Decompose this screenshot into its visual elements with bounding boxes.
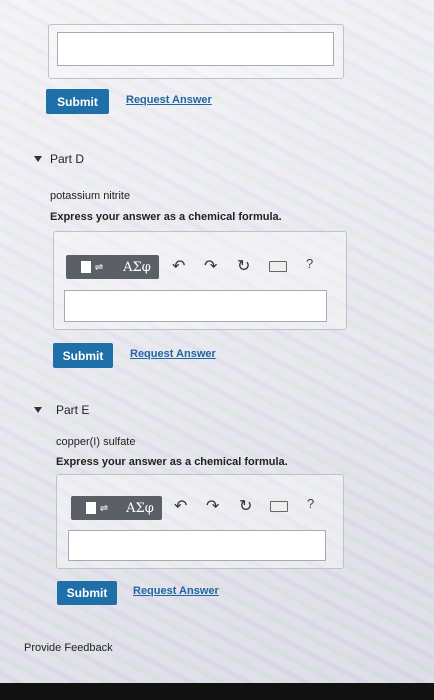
- part-d-keyboard-icon[interactable]: [269, 261, 287, 272]
- part-d-request-answer-link[interactable]: Request Answer: [130, 348, 216, 360]
- part-e-title: Part E: [56, 403, 90, 417]
- part-d-help-icon[interactable]: ?: [306, 256, 313, 271]
- part-e-request-answer-link[interactable]: Request Answer: [133, 585, 219, 597]
- part-e-submit-button[interactable]: Submit: [57, 581, 117, 605]
- part-d-prompt: potassium nitrite: [50, 190, 131, 202]
- part-e-reset-icon[interactable]: ↻: [239, 499, 252, 515]
- part-d-submit-button[interactable]: Submit: [53, 343, 113, 368]
- bottom-edge-bar: [0, 683, 434, 700]
- part-d-template-button[interactable]: ⇌: [66, 255, 118, 279]
- template-arrows-icon: ⇌: [99, 502, 109, 514]
- part-d-instruction: Express your answer as a chemical formul…: [50, 211, 282, 223]
- part-d-title: Part D: [50, 152, 85, 166]
- part-e-undo-icon[interactable]: ↶: [174, 499, 187, 515]
- template-icon: [80, 261, 91, 273]
- part-e-instruction: Express your answer as a chemical formul…: [56, 456, 288, 468]
- part-e-redo-icon[interactable]: ↷: [206, 499, 219, 515]
- part-d-collapse-icon[interactable]: [34, 156, 42, 162]
- part-e-greek-button[interactable]: ΑΣφ: [118, 496, 162, 520]
- part-c-request-answer-link[interactable]: Request Answer: [126, 94, 212, 106]
- part-e-prompt: copper(I) sulfate: [56, 436, 136, 448]
- part-e-template-button[interactable]: ⇌: [71, 496, 123, 520]
- part-e-answer-input[interactable]: [68, 530, 326, 561]
- part-d-answer-input[interactable]: [64, 290, 327, 322]
- part-c-answer-input[interactable]: [57, 32, 334, 66]
- part-e-help-icon[interactable]: ?: [307, 496, 314, 511]
- template-icon: [85, 502, 96, 514]
- part-d-reset-icon[interactable]: ↻: [237, 259, 250, 275]
- part-d-undo-icon[interactable]: ↶: [172, 259, 185, 275]
- part-d-redo-icon[interactable]: ↷: [204, 259, 217, 275]
- provide-feedback-link[interactable]: Provide Feedback: [24, 642, 113, 654]
- part-d-greek-button[interactable]: ΑΣφ: [115, 255, 159, 279]
- part-e-collapse-icon[interactable]: [34, 407, 42, 413]
- part-c-submit-button[interactable]: Submit: [46, 89, 109, 114]
- part-e-keyboard-icon[interactable]: [270, 501, 288, 512]
- template-arrows-icon: ⇌: [94, 261, 104, 273]
